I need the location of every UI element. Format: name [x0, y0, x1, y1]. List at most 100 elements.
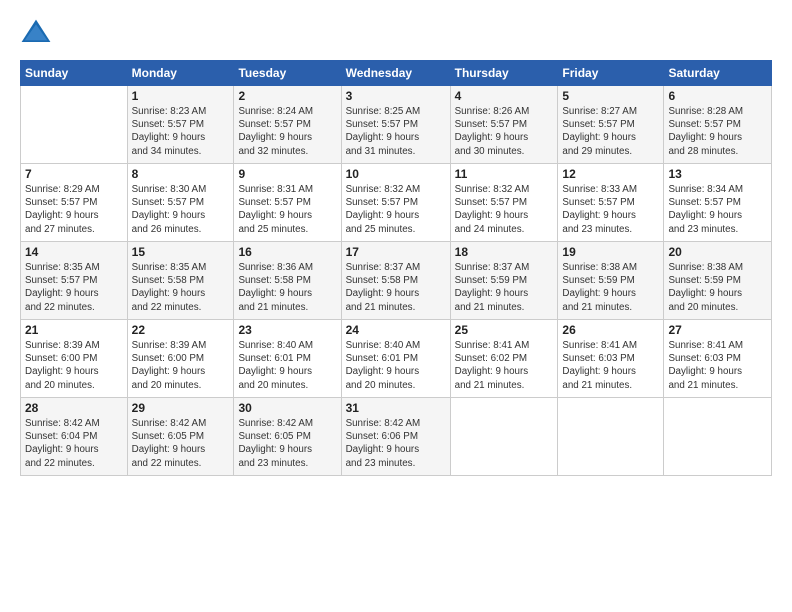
day-number: 28 — [25, 401, 123, 415]
day-info: Sunrise: 8:35 AMSunset: 5:58 PMDaylight:… — [132, 261, 230, 314]
calendar-cell — [664, 398, 772, 476]
logo-icon — [20, 18, 52, 50]
calendar-cell: 22 Sunrise: 8:39 AMSunset: 6:00 PMDayligh… — [127, 320, 234, 398]
day-number: 23 — [238, 323, 336, 337]
calendar-cell: 26 Sunrise: 8:41 AMSunset: 6:03 PMDayligh… — [558, 320, 664, 398]
day-info: Sunrise: 8:39 AMSunset: 6:00 PMDaylight:… — [25, 339, 123, 392]
calendar-cell: 17 Sunrise: 8:37 AMSunset: 5:58 PMDayligh… — [341, 242, 450, 320]
day-number: 13 — [668, 167, 767, 181]
header — [20, 18, 772, 50]
calendar-week-row: 21 Sunrise: 8:39 AMSunset: 6:00 PMDayligh… — [21, 320, 772, 398]
calendar-cell — [450, 398, 558, 476]
weekday-header: Friday — [558, 61, 664, 86]
weekday-header: Tuesday — [234, 61, 341, 86]
calendar-week-row: 1 Sunrise: 8:23 AMSunset: 5:57 PMDaylight… — [21, 86, 772, 164]
calendar-cell: 5 Sunrise: 8:27 AMSunset: 5:57 PMDaylight… — [558, 86, 664, 164]
logo — [20, 18, 58, 50]
day-number: 25 — [455, 323, 554, 337]
day-number: 15 — [132, 245, 230, 259]
day-info: Sunrise: 8:37 AMSunset: 5:59 PMDaylight:… — [455, 261, 554, 314]
day-info: Sunrise: 8:25 AMSunset: 5:57 PMDaylight:… — [346, 105, 446, 158]
calendar-cell: 24 Sunrise: 8:40 AMSunset: 6:01 PMDayligh… — [341, 320, 450, 398]
day-info: Sunrise: 8:32 AMSunset: 5:57 PMDaylight:… — [346, 183, 446, 236]
day-info: Sunrise: 8:36 AMSunset: 5:58 PMDaylight:… — [238, 261, 336, 314]
calendar-cell: 8 Sunrise: 8:30 AMSunset: 5:57 PMDaylight… — [127, 164, 234, 242]
day-info: Sunrise: 8:37 AMSunset: 5:58 PMDaylight:… — [346, 261, 446, 314]
weekday-header: Thursday — [450, 61, 558, 86]
calendar-cell — [558, 398, 664, 476]
day-info: Sunrise: 8:39 AMSunset: 6:00 PMDaylight:… — [132, 339, 230, 392]
calendar-cell: 10 Sunrise: 8:32 AMSunset: 5:57 PMDayligh… — [341, 164, 450, 242]
page: SundayMondayTuesdayWednesdayThursdayFrid… — [0, 0, 792, 486]
day-number: 4 — [455, 89, 554, 103]
day-info: Sunrise: 8:38 AMSunset: 5:59 PMDaylight:… — [668, 261, 767, 314]
weekday-row: SundayMondayTuesdayWednesdayThursdayFrid… — [21, 61, 772, 86]
calendar-cell: 20Sunrise: 8:38 AMSunset: 5:59 PMDayligh… — [664, 242, 772, 320]
day-info: Sunrise: 8:42 AMSunset: 6:04 PMDaylight:… — [25, 417, 123, 470]
day-info: Sunrise: 8:40 AMSunset: 6:01 PMDaylight:… — [238, 339, 336, 392]
day-info: Sunrise: 8:23 AMSunset: 5:57 PMDaylight:… — [132, 105, 230, 158]
day-info: Sunrise: 8:28 AMSunset: 5:57 PMDaylight:… — [668, 105, 767, 158]
day-info: Sunrise: 8:32 AMSunset: 5:57 PMDaylight:… — [455, 183, 554, 236]
day-number: 17 — [346, 245, 446, 259]
day-number: 18 — [455, 245, 554, 259]
weekday-header: Sunday — [21, 61, 128, 86]
calendar-week-row: 14Sunrise: 8:35 AMSunset: 5:57 PMDayligh… — [21, 242, 772, 320]
calendar-cell — [21, 86, 128, 164]
weekday-header: Saturday — [664, 61, 772, 86]
day-number: 5 — [562, 89, 659, 103]
day-info: Sunrise: 8:30 AMSunset: 5:57 PMDaylight:… — [132, 183, 230, 236]
day-info: Sunrise: 8:42 AMSunset: 6:05 PMDaylight:… — [238, 417, 336, 470]
calendar-body: 1 Sunrise: 8:23 AMSunset: 5:57 PMDaylight… — [21, 86, 772, 476]
day-info: Sunrise: 8:41 AMSunset: 6:03 PMDaylight:… — [562, 339, 659, 392]
calendar-cell: 15 Sunrise: 8:35 AMSunset: 5:58 PMDayligh… — [127, 242, 234, 320]
day-number: 16 — [238, 245, 336, 259]
day-number: 10 — [346, 167, 446, 181]
day-number: 1 — [132, 89, 230, 103]
weekday-header: Wednesday — [341, 61, 450, 86]
calendar-cell: 1 Sunrise: 8:23 AMSunset: 5:57 PMDaylight… — [127, 86, 234, 164]
day-number: 24 — [346, 323, 446, 337]
calendar-cell: 19Sunrise: 8:38 AMSunset: 5:59 PMDayligh… — [558, 242, 664, 320]
day-number: 31 — [346, 401, 446, 415]
day-info: Sunrise: 8:24 AMSunset: 5:57 PMDaylight:… — [238, 105, 336, 158]
day-info: Sunrise: 8:42 AMSunset: 6:06 PMDaylight:… — [346, 417, 446, 470]
calendar-cell: 11 Sunrise: 8:32 AMSunset: 5:57 PMDayligh… — [450, 164, 558, 242]
calendar-cell: 13 Sunrise: 8:34 AMSunset: 5:57 PMDayligh… — [664, 164, 772, 242]
calendar-header: SundayMondayTuesdayWednesdayThursdayFrid… — [21, 61, 772, 86]
day-info: Sunrise: 8:27 AMSunset: 5:57 PMDaylight:… — [562, 105, 659, 158]
day-info: Sunrise: 8:34 AMSunset: 5:57 PMDaylight:… — [668, 183, 767, 236]
calendar-cell: 28 Sunrise: 8:42 AMSunset: 6:04 PMDayligh… — [21, 398, 128, 476]
day-number: 9 — [238, 167, 336, 181]
day-number: 12 — [562, 167, 659, 181]
day-number: 30 — [238, 401, 336, 415]
day-info: Sunrise: 8:42 AMSunset: 6:05 PMDaylight:… — [132, 417, 230, 470]
calendar-cell: 7Sunrise: 8:29 AMSunset: 5:57 PMDaylight… — [21, 164, 128, 242]
day-info: Sunrise: 8:41 AMSunset: 6:02 PMDaylight:… — [455, 339, 554, 392]
day-number: 11 — [455, 167, 554, 181]
day-info: Sunrise: 8:26 AMSunset: 5:57 PMDaylight:… — [455, 105, 554, 158]
day-info: Sunrise: 8:41 AMSunset: 6:03 PMDaylight:… — [668, 339, 767, 392]
day-info: Sunrise: 8:40 AMSunset: 6:01 PMDaylight:… — [346, 339, 446, 392]
calendar-cell: 4 Sunrise: 8:26 AMSunset: 5:57 PMDaylight… — [450, 86, 558, 164]
calendar-cell: 3Sunrise: 8:25 AMSunset: 5:57 PMDaylight… — [341, 86, 450, 164]
calendar-cell: 18 Sunrise: 8:37 AMSunset: 5:59 PMDayligh… — [450, 242, 558, 320]
day-number: 26 — [562, 323, 659, 337]
calendar-cell: 21 Sunrise: 8:39 AMSunset: 6:00 PMDayligh… — [21, 320, 128, 398]
calendar-cell: 30 Sunrise: 8:42 AMSunset: 6:05 PMDayligh… — [234, 398, 341, 476]
day-number: 22 — [132, 323, 230, 337]
day-number: 8 — [132, 167, 230, 181]
calendar-table: SundayMondayTuesdayWednesdayThursdayFrid… — [20, 60, 772, 476]
calendar-cell: 25 Sunrise: 8:41 AMSunset: 6:02 PMDayligh… — [450, 320, 558, 398]
day-number: 21 — [25, 323, 123, 337]
calendar-cell: 31 Sunrise: 8:42 AMSunset: 6:06 PMDayligh… — [341, 398, 450, 476]
calendar-cell: 6 Sunrise: 8:28 AMSunset: 5:57 PMDaylight… — [664, 86, 772, 164]
calendar-cell: 27Sunrise: 8:41 AMSunset: 6:03 PMDayligh… — [664, 320, 772, 398]
day-number: 29 — [132, 401, 230, 415]
calendar-cell: 9 Sunrise: 8:31 AMSunset: 5:57 PMDaylight… — [234, 164, 341, 242]
day-number: 2 — [238, 89, 336, 103]
day-info: Sunrise: 8:31 AMSunset: 5:57 PMDaylight:… — [238, 183, 336, 236]
day-info: Sunrise: 8:29 AMSunset: 5:57 PMDaylight:… — [25, 183, 123, 236]
day-number: 6 — [668, 89, 767, 103]
day-info: Sunrise: 8:38 AMSunset: 5:59 PMDaylight:… — [562, 261, 659, 314]
